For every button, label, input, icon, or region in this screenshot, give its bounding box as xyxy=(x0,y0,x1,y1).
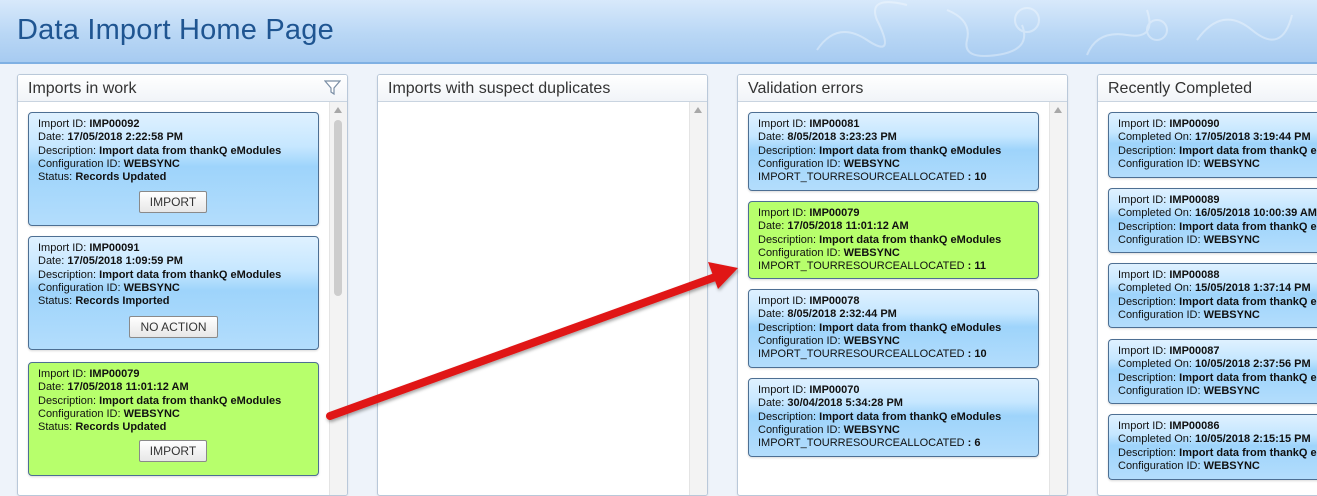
validation-card[interactable]: Import ID: IMP00070 Date: 30/04/2018 5:3… xyxy=(748,378,1039,457)
panel-title: Validation errors xyxy=(748,80,864,97)
import-card[interactable]: Import ID: IMP00092 Date: 17/05/2018 2:2… xyxy=(28,112,319,226)
completed-card[interactable]: Import ID: IMP00087 Completed On: 10/05/… xyxy=(1108,339,1317,404)
panel-imports-in-work: Imports in work Import ID: IMP00092 Date… xyxy=(17,74,348,496)
scroll-up-icon[interactable] xyxy=(694,107,702,113)
scroll-up-icon[interactable] xyxy=(1054,107,1062,113)
vertical-scrollbar[interactable] xyxy=(1049,102,1067,495)
scroll-thumb[interactable] xyxy=(334,120,342,296)
completed-card[interactable]: Import ID: IMP00090 Completed On: 17/05/… xyxy=(1108,112,1317,178)
vertical-scrollbar[interactable] xyxy=(329,102,347,495)
panel-recently-completed: Recently Completed Import ID: IMP00090 C… xyxy=(1097,74,1317,496)
validation-card[interactable]: Import ID: IMP00078 Date: 8/05/2018 2:32… xyxy=(748,289,1039,368)
panel-validation-errors: Validation errors Import ID: IMP00081 Da… xyxy=(737,74,1068,496)
panel-title: Recently Completed xyxy=(1108,80,1253,97)
import-card[interactable]: Import ID: IMP00079 Date: 17/05/2018 11:… xyxy=(28,362,319,476)
page-title: Data Import Home Page xyxy=(17,14,334,46)
panel-title: Imports with suspect duplicates xyxy=(388,80,611,97)
completed-card[interactable]: Import ID: IMP00088 Completed On: 15/05/… xyxy=(1108,263,1317,328)
panel-header: Imports in work xyxy=(18,75,347,102)
import-button[interactable]: IMPORT xyxy=(139,440,207,462)
no-action-button[interactable]: NO ACTION xyxy=(129,316,218,338)
import-card[interactable]: Import ID: IMP00091 Date: 17/05/2018 1:0… xyxy=(28,236,319,350)
scroll-up-icon[interactable] xyxy=(334,107,342,113)
panel-header: Imports with suspect duplicates xyxy=(378,75,707,102)
panel-title: Imports in work xyxy=(28,80,137,97)
page-header: Data Import Home Page xyxy=(0,0,1317,64)
panel-header: Recently Completed xyxy=(1098,75,1317,102)
vertical-scrollbar[interactable] xyxy=(689,102,707,495)
panel-header: Validation errors xyxy=(738,75,1067,102)
import-button[interactable]: IMPORT xyxy=(139,191,207,213)
validation-card[interactable]: Import ID: IMP00081 Date: 8/05/2018 3:23… xyxy=(748,112,1039,191)
completed-card[interactable]: Import ID: IMP00086 Completed On: 10/05/… xyxy=(1108,414,1317,480)
filter-icon[interactable] xyxy=(324,79,341,96)
panel-suspect-duplicates: Imports with suspect duplicates xyxy=(377,74,708,496)
validation-card[interactable]: Import ID: IMP00079 Date: 17/05/2018 11:… xyxy=(748,201,1039,279)
completed-card[interactable]: Import ID: IMP00089 Completed On: 16/05/… xyxy=(1108,188,1317,253)
puzzle-pattern-icon xyxy=(816,1,1293,57)
